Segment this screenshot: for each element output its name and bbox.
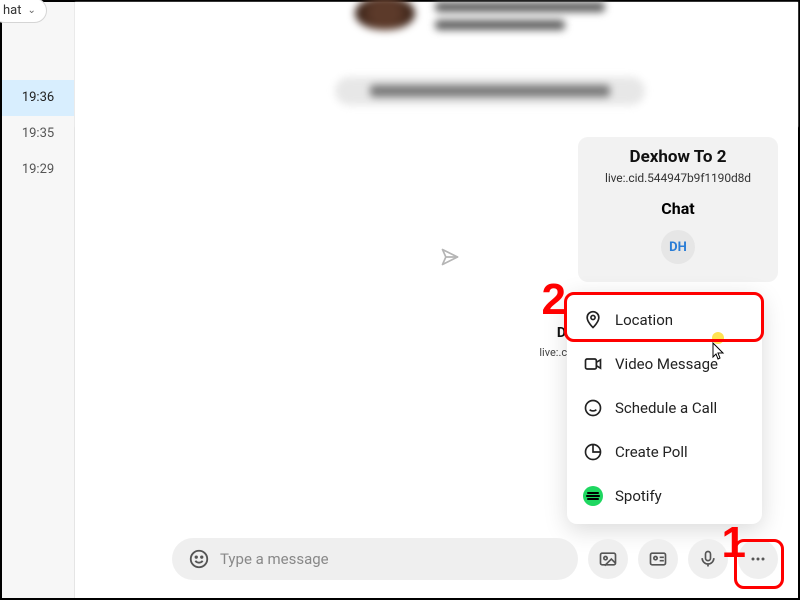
avatar bbox=[355, 0, 415, 30]
contact-name: Dexhow To 2 bbox=[584, 147, 772, 167]
menu-item-spotify[interactable]: Spotify bbox=[567, 474, 762, 518]
menu-item-label: Spotify bbox=[615, 487, 662, 505]
cursor-indicator bbox=[712, 332, 726, 360]
emoji-icon[interactable] bbox=[188, 548, 210, 570]
sidebar-item[interactable]: 19:35 bbox=[2, 116, 74, 152]
pie-chart-icon bbox=[583, 442, 603, 462]
menu-item-label: Create Poll bbox=[615, 443, 688, 461]
sidebar-time-list: 19:36 19:35 19:29 bbox=[2, 80, 74, 188]
sidebar-item[interactable]: 19:36 bbox=[2, 80, 74, 116]
image-icon bbox=[598, 549, 618, 569]
sidebar-item[interactable]: 19:29 bbox=[2, 152, 74, 188]
paper-plane-icon bbox=[440, 247, 460, 267]
more-attach-button[interactable] bbox=[738, 539, 778, 579]
menu-item-location[interactable]: Location bbox=[567, 298, 762, 342]
attach-menu: Location Video Message Schedule a Call C… bbox=[567, 292, 762, 524]
sidebar-time-label: 19:36 bbox=[22, 90, 54, 105]
sidebar-filter-chip[interactable]: hat ⌄ bbox=[0, 0, 47, 23]
microphone-icon bbox=[698, 549, 718, 569]
location-pin-icon bbox=[583, 310, 603, 330]
more-dots-icon bbox=[748, 549, 768, 569]
app-window: hat ⌄ 19:36 19:35 19:29 Dexhow To 2 live… bbox=[0, 0, 800, 600]
voice-record-button[interactable] bbox=[688, 539, 728, 579]
menu-item-label: Video Message bbox=[615, 355, 718, 373]
cursor-arrow-icon bbox=[712, 342, 726, 360]
sidebar-filter-label: hat bbox=[3, 3, 21, 18]
schedule-call-icon bbox=[583, 398, 603, 418]
contact-row[interactable]: DH bbox=[584, 230, 772, 264]
contact-id: live:.cid.544947b9f1190d8d bbox=[584, 171, 772, 185]
spotify-icon bbox=[583, 486, 603, 506]
menu-item-video-message[interactable]: Video Message bbox=[567, 342, 762, 386]
avatar-initials: DH bbox=[661, 230, 695, 264]
menu-item-label: Location bbox=[615, 311, 673, 329]
contact-panel: Dexhow To 2 live:.cid.544947b9f1190d8d C… bbox=[578, 137, 778, 282]
video-message-icon bbox=[583, 354, 603, 374]
annotation-number-2: 2 bbox=[542, 275, 566, 325]
conversation-header-blurred bbox=[75, 2, 798, 127]
media-button[interactable] bbox=[588, 539, 628, 579]
menu-item-create-poll[interactable]: Create Poll bbox=[567, 430, 762, 474]
composer: Type a message bbox=[172, 538, 778, 580]
sidebar-time-label: 19:35 bbox=[22, 126, 54, 141]
contact-card-button[interactable] bbox=[638, 539, 678, 579]
menu-item-schedule-call[interactable]: Schedule a Call bbox=[567, 386, 762, 430]
contact-name-initial: D bbox=[557, 325, 566, 341]
contact-card-icon bbox=[648, 549, 668, 569]
contact-section-title: Chat bbox=[584, 199, 772, 218]
sidebar-time-label: 19:29 bbox=[22, 162, 54, 177]
header-text-blurred bbox=[435, 2, 605, 38]
menu-item-label: Schedule a Call bbox=[615, 399, 717, 417]
chevron-down-icon: ⌄ bbox=[27, 5, 35, 16]
notice-chip-blurred bbox=[335, 77, 645, 105]
sidebar: hat ⌄ 19:36 19:35 19:29 bbox=[2, 2, 75, 598]
message-input-placeholder: Type a message bbox=[220, 550, 562, 568]
message-input[interactable]: Type a message bbox=[172, 538, 578, 580]
